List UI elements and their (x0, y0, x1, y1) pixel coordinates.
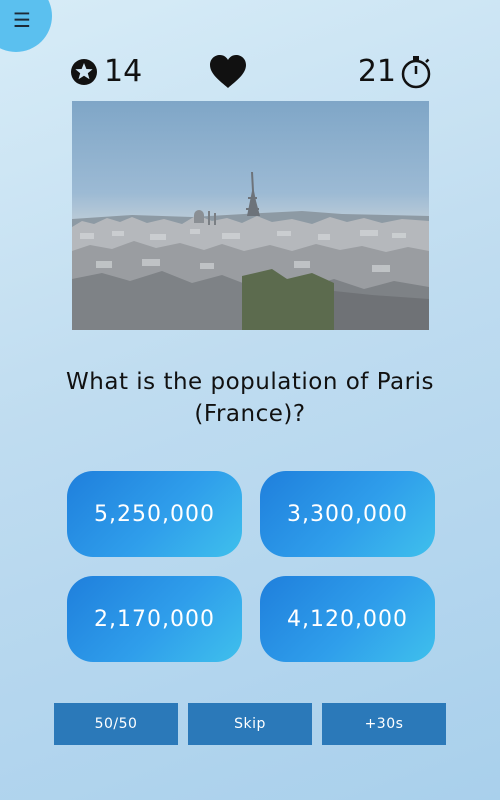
timer-display: 21 (358, 52, 432, 92)
fifty-fifty-button[interactable]: 50/50 (54, 703, 178, 745)
skip-button[interactable]: Skip (188, 703, 312, 745)
paris-cityscape-photo (72, 172, 429, 330)
question-text: What is the population of Paris (France)… (66, 369, 434, 427)
stopwatch-icon (401, 56, 431, 89)
hud-bar: 14 21 (0, 52, 500, 94)
answer-option-3[interactable]: 2,170,000 (67, 576, 242, 662)
heart-icon (210, 55, 246, 88)
answer-option-4[interactable]: 4,120,000 (260, 576, 435, 662)
timer-value: 21 (357, 54, 396, 89)
star-circle-icon (71, 59, 97, 85)
score-display: 14 (70, 52, 142, 92)
question-photo (72, 101, 429, 330)
hamburger-menu-icon: ☰ (13, 8, 31, 32)
menu-button[interactable]: ☰ (0, 0, 52, 52)
add-time-button[interactable]: +30s (322, 703, 446, 745)
answer-option-1[interactable]: 5,250,000 (67, 471, 242, 557)
score-value: 14 (104, 54, 143, 89)
answer-option-2[interactable]: 3,300,000 (260, 471, 435, 557)
